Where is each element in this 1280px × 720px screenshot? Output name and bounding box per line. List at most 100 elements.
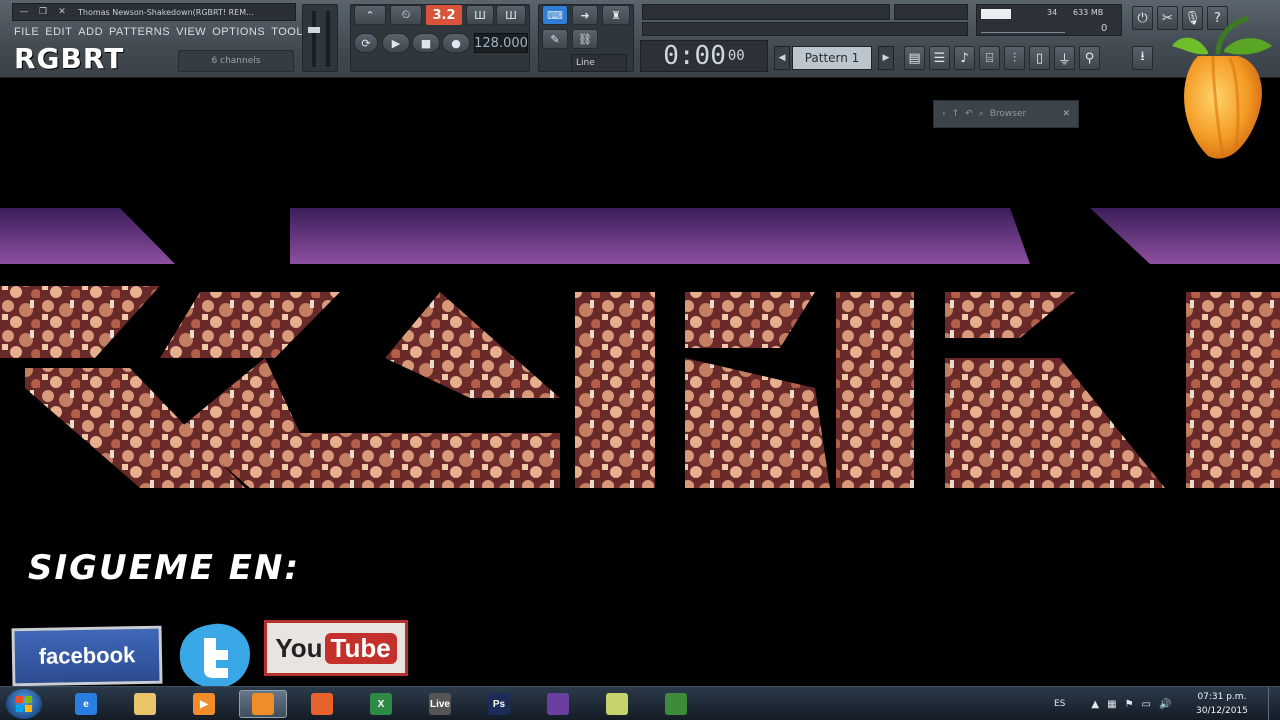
search-icon[interactable]: ⌕ [979,109,984,119]
memory-value: 633 MB [1073,8,1104,17]
master-volume-track[interactable] [312,11,316,67]
hint-bar-right [894,4,968,20]
action-center-flag-icon[interactable]: ⚑ [1125,699,1134,710]
taskbar-firefox[interactable] [298,690,346,718]
excel-icon: X [370,693,392,715]
blend-notes-icon[interactable]: Ш [466,5,494,25]
menu-file[interactable]: FILE [14,26,39,38]
taskbar-media-player[interactable]: ▶ [180,690,228,718]
previous-pattern-icon[interactable]: ◀ [774,46,790,70]
polyphony-value: 0 [1101,23,1108,34]
browser-panel-tab[interactable]: › ↑ ↶ ⌕ Browser ✕ [933,100,1079,128]
tempo-display[interactable]: 128.000 [474,33,528,53]
record-button[interactable]: ● [442,33,470,53]
taskbar-file-explorer[interactable] [121,690,169,718]
youtube-badge[interactable]: You Tube [264,620,408,676]
pin-icon[interactable]: ↑ [952,109,960,119]
taskbar-fl-studio[interactable] [239,690,287,718]
menu-edit[interactable]: EDIT [45,26,72,38]
taskbar-photoshop[interactable]: Ps [475,690,523,718]
undo-icon[interactable]: ↶ [965,109,973,119]
window-shortcuts: ▤ ☰ ♪ ⌸ ⫶ ▯ ⏚ ⚲ [904,46,1100,70]
stop-button[interactable]: ■ [412,33,440,53]
pattern-selector[interactable]: Pattern 1 [792,46,872,70]
show-hidden-icon[interactable]: ▲ [1091,699,1099,710]
media-player-icon: ▶ [193,693,215,715]
step-edit-icon[interactable]: ➜ [572,5,598,25]
typing-keyboard-icon[interactable]: ⌨ [542,5,568,25]
pencil-icon[interactable]: ✎ [542,29,568,49]
windows-logo-icon [16,696,32,712]
fl-studio-logo [1172,16,1272,159]
twitter-icon [179,623,250,689]
time-display[interactable]: 0:00 00 [640,40,768,72]
letter-b-stem [575,292,655,488]
cpu-wave [981,23,1065,33]
battery-icon[interactable]: ▭ [1142,699,1151,710]
tray-icons: ▲ ▦ ⚑ ▭ 🔊 [1091,699,1171,710]
song-position-bar[interactable] [642,22,968,36]
wait-input-icon[interactable]: ⏲ [390,5,422,25]
piano-roll-icon[interactable]: ♪ [954,46,975,70]
main-menu: FILE EDIT ADD PATTERNS VIEW OPTIONS TOOL… [14,26,323,38]
arrow-right-icon[interactable]: › [942,109,946,119]
restore-icon[interactable]: ❐ [35,5,51,19]
song-mode-icon[interactable]: ⟳ [354,33,378,53]
taskbar-ableton-live[interactable]: Live [416,690,464,718]
language-indicator[interactable]: ES [1054,699,1065,709]
snap-select[interactable]: Line [571,54,627,72]
master-pitch-track[interactable] [326,11,330,67]
link-icon[interactable]: ⛓ [572,29,598,49]
menu-add[interactable]: ADD [78,26,103,38]
pattern-number-display[interactable]: 3.2 [426,5,462,25]
twitter-badge[interactable] [174,620,254,692]
minimize-icon[interactable]: — [16,5,32,19]
channels-field[interactable]: 6 channels [178,50,294,72]
show-desktop-button[interactable] [1268,687,1280,720]
project-notes-icon[interactable]: ▯ [1029,46,1050,70]
ableton-live-icon: Live [429,693,451,715]
menu-options[interactable]: OPTIONS [212,26,265,38]
cpu-value: 34 [1047,8,1058,17]
rgbrt-watermark: RGBRT [14,42,125,75]
menu-patterns[interactable]: PATTERNS [109,26,170,38]
multilink-icon[interactable]: ♜ [602,5,630,25]
youtube-tube: Tube [324,632,397,664]
file-explorer-icon [134,693,156,715]
letter-r2-stem [836,292,914,488]
play-button[interactable]: ▶ [382,33,410,53]
taskbar-visual-studio[interactable] [534,690,582,718]
loop-record-icon[interactable]: Ш [496,5,526,25]
channel-rack-icon[interactable]: ☰ [929,46,950,70]
metronome-icon[interactable]: ⌃ [354,5,386,25]
window-caption: — ❐ ✕ Thomas Newson-Shakedown(RGBRT! REM… [12,3,296,21]
next-pattern-icon[interactable]: ▶ [878,46,894,70]
letter-b-bottom [685,358,830,488]
playlist-icon[interactable]: ▤ [904,46,925,70]
mixer-icon[interactable]: ⫶ [1004,46,1025,70]
start-button[interactable] [6,689,42,719]
browser-tree-icon[interactable]: ⌸ [979,46,1000,70]
touch-controller-icon[interactable]: ⚲ [1079,46,1100,70]
letter-b-top [685,292,815,348]
top-right-icons-lower: ⭳ [1132,46,1153,70]
download-icon[interactable]: ⭳ [1132,46,1153,70]
close-icon[interactable]: ✕ [54,5,70,19]
clock[interactable]: 07:31 p.m. 30/12/2015 [1196,690,1248,718]
letter-r-top [0,286,160,358]
fl-studio-toolbar: — ❐ ✕ Thomas Newson-Shakedown(RGBRT! REM… [0,0,1280,78]
network-icon[interactable]: ▦ [1107,699,1116,710]
facebook-badge[interactable]: facebook [11,625,163,687]
taskbar-camtasia[interactable] [652,690,700,718]
master-volume-handle[interactable] [308,27,320,33]
volume-icon[interactable]: 🔊 [1159,699,1171,710]
power-icon[interactable]: ⏻ [1132,6,1153,30]
taskbar-sticky-notes[interactable] [593,690,641,718]
windows-taskbar: e ▶ X Live Ps ES ▲ ▦ ⚑ ▭ 🔊 07:31 p.m. 30/12/… [0,686,1280,720]
close-icon[interactable]: ✕ [1062,109,1070,119]
plugin-picker-icon[interactable]: ⏚ [1054,46,1075,70]
taskbar-internet-explorer[interactable]: e [62,690,110,718]
taskbar-excel[interactable]: X [357,690,405,718]
letter-t-stem [1186,292,1280,488]
menu-view[interactable]: VIEW [176,26,206,38]
